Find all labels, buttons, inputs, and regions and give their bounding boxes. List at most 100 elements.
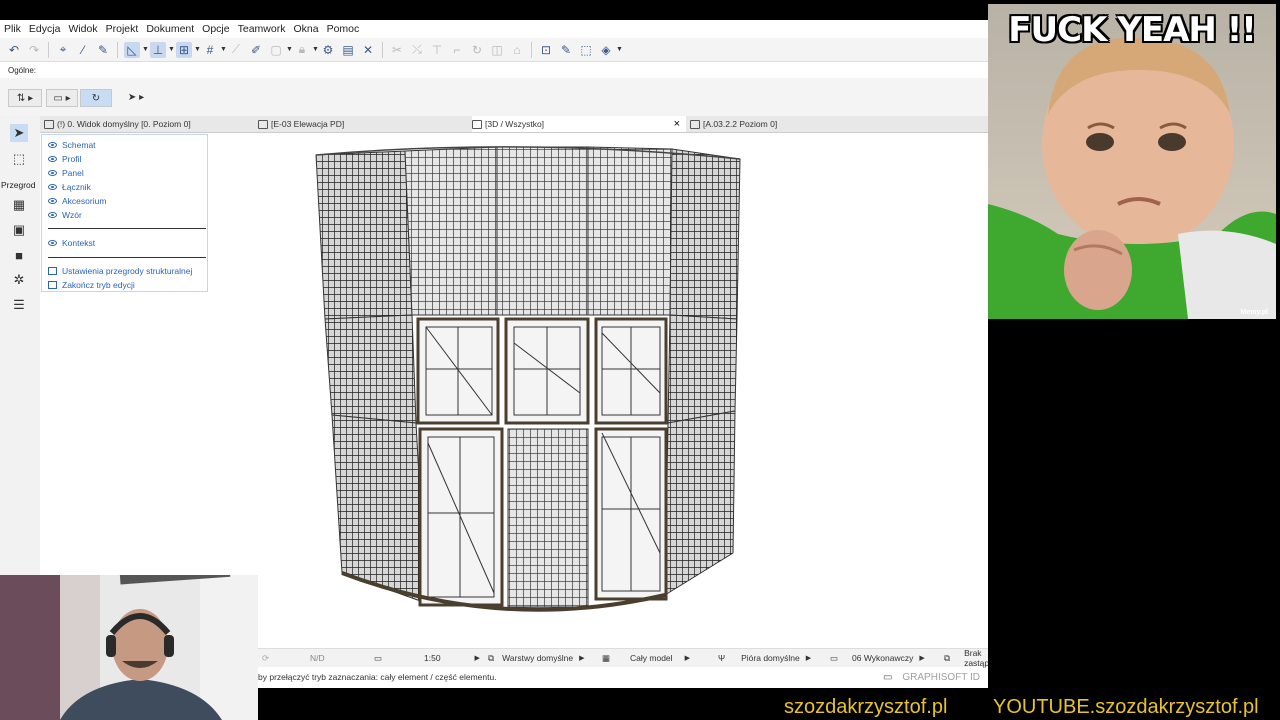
snap-guides-icon[interactable]: ⊥ — [150, 41, 166, 58]
lock-icon[interactable]: 🔒︎ — [294, 42, 310, 58]
undo-status-icon[interactable]: ⟳ — [262, 649, 269, 667]
chevron-right-icon: ▶ — [684, 655, 690, 662]
mvo-dropdown[interactable]: ▭ 06 Wykonawczy ▶ — [830, 649, 925, 667]
cross-icon[interactable]: ✕ — [360, 42, 376, 58]
elevation-icon[interactable]: ⊡ — [538, 42, 554, 58]
redo-icon[interactable]: ↷ — [26, 42, 42, 58]
curtain-wall-icon[interactable]: ▦ — [10, 196, 28, 214]
visibility-wzor[interactable]: Wzór — [48, 209, 82, 221]
visibility-schemat[interactable]: Schemat — [48, 139, 96, 151]
inject-parameters-icon[interactable]: ✎ — [95, 42, 111, 58]
chevron-down-icon[interactable]: ▼ — [194, 46, 201, 53]
override-icon: ⧉ — [944, 652, 951, 663]
group-icon[interactable]: ▢ — [268, 42, 284, 58]
adjust-icon[interactable]: ⊤ — [429, 42, 445, 58]
frame-icon[interactable]: ▣ — [10, 221, 28, 239]
marquee-icon[interactable]: ⬚ — [578, 42, 594, 58]
eye-icon — [48, 156, 57, 162]
close-icon[interactable]: × — [674, 118, 680, 130]
offset-icon[interactable]: ↻ — [469, 42, 485, 58]
menu-plik[interactable]: Plik — [0, 20, 25, 38]
layers-dropdown[interactable]: ⧉ Warstwy domyślne ▶ — [488, 649, 584, 667]
channel-banner: szozdakrzysztof.pl YOUTUBE.szozdakrzyszt… — [258, 688, 1280, 720]
visibility-lacznik[interactable]: Łącznik — [48, 181, 91, 193]
menu-dokument[interactable]: Dokument — [142, 20, 198, 38]
toolbar-separator — [117, 41, 118, 58]
arrow-tool-button[interactable]: ➤ ▸ — [120, 89, 152, 105]
magic-wand-icon[interactable]: ⁄ — [75, 42, 91, 58]
chevron-down-icon[interactable]: ▼ — [142, 46, 149, 53]
tab-section[interactable]: [A.03.2.2 Poziom 0] — [690, 116, 900, 132]
arrow-select-icon[interactable]: ➤ — [10, 124, 28, 142]
menu-widok[interactable]: Widok — [64, 20, 101, 38]
override-value: Brak zastąpień — [964, 648, 988, 668]
item-label: Łącznik — [62, 182, 91, 192]
layers-value: Warstwy domyślne — [502, 653, 574, 663]
pick-up-parameters-icon[interactable]: ⌖ — [55, 42, 71, 58]
split-icon[interactable]: ◫ — [489, 42, 505, 58]
visibility-akcesorium[interactable]: Akcesorium — [48, 195, 106, 207]
exit-edit-mode-link[interactable]: Zakończ tryb edycji — [48, 279, 135, 291]
geometry-method-button[interactable]: ⇅ ▸ — [8, 89, 42, 107]
visibility-kontekst[interactable]: Kontekst — [48, 237, 95, 249]
tab-elevation[interactable]: [E-03 Elewacja PD] — [258, 116, 468, 132]
exit-icon — [48, 281, 57, 289]
menu-okna[interactable]: Okna — [289, 20, 322, 38]
model-view-dropdown[interactable]: ▦ Cały model ▶ — [602, 649, 690, 667]
trace-icon[interactable]: ✐ — [248, 42, 264, 58]
settings-link[interactable]: Ustawienia przegrody strukturalnej — [48, 265, 192, 277]
chevron-down-icon[interactable]: ▼ — [312, 46, 319, 53]
panel-icon[interactable]: ■ — [10, 246, 28, 264]
dimension-icon[interactable]: ▤ — [340, 42, 356, 58]
website-text: szozdakrzysztof.pl — [784, 696, 948, 718]
3d-view-icon[interactable]: ◈ — [598, 42, 614, 58]
chevron-down-icon[interactable]: ▼ — [220, 46, 227, 53]
visibility-profil[interactable]: Profil — [48, 153, 81, 165]
layers-icon[interactable]: ⚙ — [320, 42, 336, 58]
snap-reference-icon[interactable]: ⊞ — [176, 41, 192, 58]
rotate-tool-button[interactable]: ↻ — [80, 89, 112, 107]
tab-label: [E-03 Elewacja PD] — [271, 119, 345, 129]
divider — [48, 257, 206, 258]
meme-watermark: Memy.pl — [1240, 309, 1269, 316]
3d-view-icon — [472, 119, 482, 129]
tab-3d[interactable]: [3D / Wszystko] × — [472, 116, 686, 132]
item-label: Zakończ tryb edycji — [62, 280, 135, 290]
override-dropdown[interactable]: ⧉ Brak zastąpień — [944, 648, 988, 668]
tab-label: [A.03.2.2 Poziom 0] — [703, 119, 778, 129]
layers-icon: ⧉ — [488, 652, 495, 663]
pens-dropdown[interactable]: Ψ Pióra domyślne ▶ — [718, 649, 811, 667]
junction-icon[interactable]: ✲ — [10, 271, 28, 289]
menu-teamwork[interactable]: Teamwork — [234, 20, 290, 38]
infobox-label: Ogólne: — [8, 66, 37, 75]
fillet-icon[interactable]: ⌐ — [449, 42, 465, 58]
mvo-icon: ▭ — [830, 652, 839, 663]
edit-pen-icon[interactable]: ✎ — [558, 42, 574, 58]
roof-icon[interactable]: ⌂ — [509, 42, 525, 58]
menu-projekt[interactable]: Projekt — [102, 20, 143, 38]
eye-icon — [48, 212, 57, 218]
visibility-panel[interactable]: Panel — [48, 167, 84, 179]
chevron-down-icon[interactable]: ▼ — [168, 46, 175, 53]
item-label: Panel — [62, 168, 84, 178]
menu-edycja[interactable]: Edycja — [25, 20, 65, 38]
curtain-wall-edit-palette: Schemat Profil Panel Łącznik Akcesorium … — [41, 134, 208, 292]
marquee-select-icon[interactable]: ⬚ — [10, 150, 28, 168]
scale-dropdown[interactable]: 1:50 ▶ — [424, 649, 480, 667]
chevron-down-icon[interactable]: ▼ — [286, 46, 293, 53]
grid-snap-icon[interactable]: # — [202, 42, 218, 58]
menu-pomoc[interactable]: Pomoc — [323, 20, 364, 38]
accessory-icon[interactable]: ☰ — [10, 296, 28, 314]
undo-icon[interactable]: ↶ — [6, 42, 22, 58]
chevron-right-icon: ▶ — [474, 655, 480, 662]
graphisoft-id[interactable]: ▭ GRAPHISOFT ID — [883, 668, 980, 686]
selection-mode-button[interactable]: ▭ ▸ — [46, 89, 78, 107]
trim-icon[interactable]: ✂ — [389, 42, 405, 58]
chevron-down-icon[interactable]: ▼ — [616, 46, 623, 53]
tab-floor-plan[interactable]: (!) 0. Widok domyślny [0. Poziom 0] — [44, 116, 254, 132]
menu-opcje[interactable]: Opcje — [198, 20, 233, 38]
guide-lines-icon[interactable]: ◺ — [124, 41, 140, 58]
intersect-icon[interactable]: ⤯ — [409, 42, 425, 58]
success-kid-picture — [988, 4, 1276, 319]
arrange-icon[interactable]: ⟋ — [228, 42, 244, 58]
